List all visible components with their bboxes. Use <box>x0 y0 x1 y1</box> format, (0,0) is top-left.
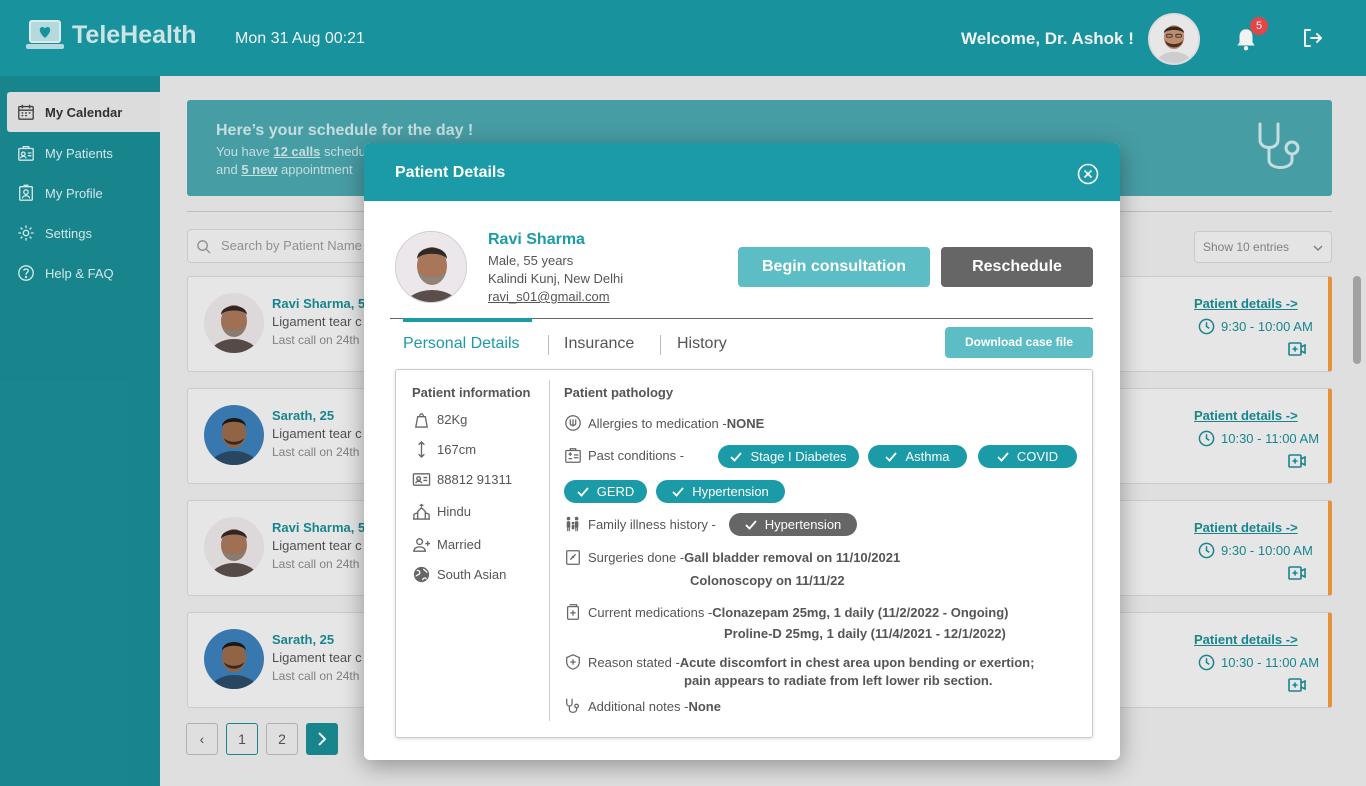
patient-location: Kalindi Kunj, New Delhi <box>488 271 624 286</box>
modal-header: Patient Details <box>364 143 1120 201</box>
check-icon <box>745 519 757 530</box>
surgeries-row: Surgeries done - Gall bladder removal on… <box>564 548 900 566</box>
check-icon <box>672 486 684 497</box>
download-case-file-button[interactable]: Download case file <box>945 327 1093 358</box>
surgery-icon <box>566 550 580 565</box>
medications-row: Current medications - Clonazepam 25mg, 1… <box>564 603 1008 621</box>
marital-icon <box>413 538 431 552</box>
tab-personal-details[interactable]: Personal Details <box>403 335 520 353</box>
patient-gender-age: Male, 55 years <box>488 253 574 268</box>
reason-row: Reason stated - Acute discomfort in ches… <box>564 653 1034 671</box>
medication-1: Clonazepam 25mg, 1 daily (11/2/2022 - On… <box>712 604 1009 620</box>
family-chip-hypertension: Hypertension <box>729 513 857 536</box>
patient-information-title: Patient information <box>412 385 531 400</box>
info-ethnicity: South Asian <box>412 565 506 584</box>
patient-email[interactable]: ravi_s01@gmail.com <box>488 289 610 304</box>
medical-record-icon <box>565 448 581 463</box>
close-icon[interactable] <box>1077 163 1099 185</box>
condition-chip-hypertension: Hypertension <box>656 480 785 503</box>
info-religion: Hindu <box>412 502 471 521</box>
medication-icon <box>566 604 580 620</box>
patient-details-modal: Patient Details Ravi Sharma Male, 55 yea… <box>364 143 1120 760</box>
allergies-row: Allergies to medication - NONE <box>564 414 764 432</box>
past-conditions-row: Past conditions - <box>564 446 684 464</box>
active-tab-indicator <box>403 318 532 322</box>
surgery-1: Gall bladder removal on 11/10/2021 <box>684 549 901 565</box>
religion-icon <box>412 503 431 520</box>
notes-value: None <box>688 698 721 714</box>
family-icon <box>566 516 579 532</box>
medication-2: Proline-D 25mg, 1 daily (11/4/2021 - 12/… <box>724 626 1006 641</box>
notes-row: Additional notes - None <box>564 697 721 715</box>
patient-photo <box>395 231 467 303</box>
patient-pathology-title: Patient pathology <box>564 385 674 400</box>
panel-divider <box>549 380 550 721</box>
family-history-row: Family illness history - <box>564 515 716 533</box>
tab-insurance[interactable]: Insurance <box>564 335 634 353</box>
allergies-value: NONE <box>726 415 765 431</box>
reason-line-1: Acute discomfort in chest area upon bend… <box>679 654 1035 670</box>
height-icon <box>418 440 425 459</box>
condition-chip-gerd: GERD <box>564 480 647 503</box>
tab-history[interactable]: History <box>677 335 727 353</box>
tab-separator <box>660 335 661 355</box>
modal-title: Patient Details <box>395 164 506 181</box>
check-icon <box>577 486 589 497</box>
condition-chip-stage-i-diabetes: Stage I Diabetes <box>718 445 859 468</box>
tab-separator <box>548 335 549 355</box>
reason-line-2: pain appears to radiate from left lower … <box>684 673 993 688</box>
allergy-icon <box>565 415 581 431</box>
info-height: 167cm <box>412 440 476 459</box>
surgery-2: Colonoscopy on 11/11/22 <box>690 573 845 588</box>
shield-plus-icon <box>566 654 580 670</box>
personal-details-panel: Patient information 82Kg 167cm 88812 913… <box>395 369 1093 738</box>
check-icon <box>885 451 898 462</box>
id-card-icon <box>412 473 431 486</box>
patient-portrait-icon <box>396 232 466 302</box>
check-icon <box>730 451 743 462</box>
reschedule-button[interactable]: Reschedule <box>941 247 1093 287</box>
weight-icon <box>415 413 428 428</box>
patient-name: Ravi Sharma <box>488 231 585 248</box>
info-marital-status: Married <box>412 535 481 554</box>
info-weight: 82Kg <box>412 410 467 429</box>
check-icon <box>997 451 1009 462</box>
begin-consultation-button[interactable]: Begin consultation <box>738 247 930 287</box>
globe-icon <box>413 566 430 583</box>
condition-chip-asthma: Asthma <box>868 445 967 468</box>
condition-chip-covid: COVID <box>978 445 1077 468</box>
stethoscope-icon <box>566 698 580 713</box>
info-id-number: 88812 91311 <box>412 470 512 489</box>
